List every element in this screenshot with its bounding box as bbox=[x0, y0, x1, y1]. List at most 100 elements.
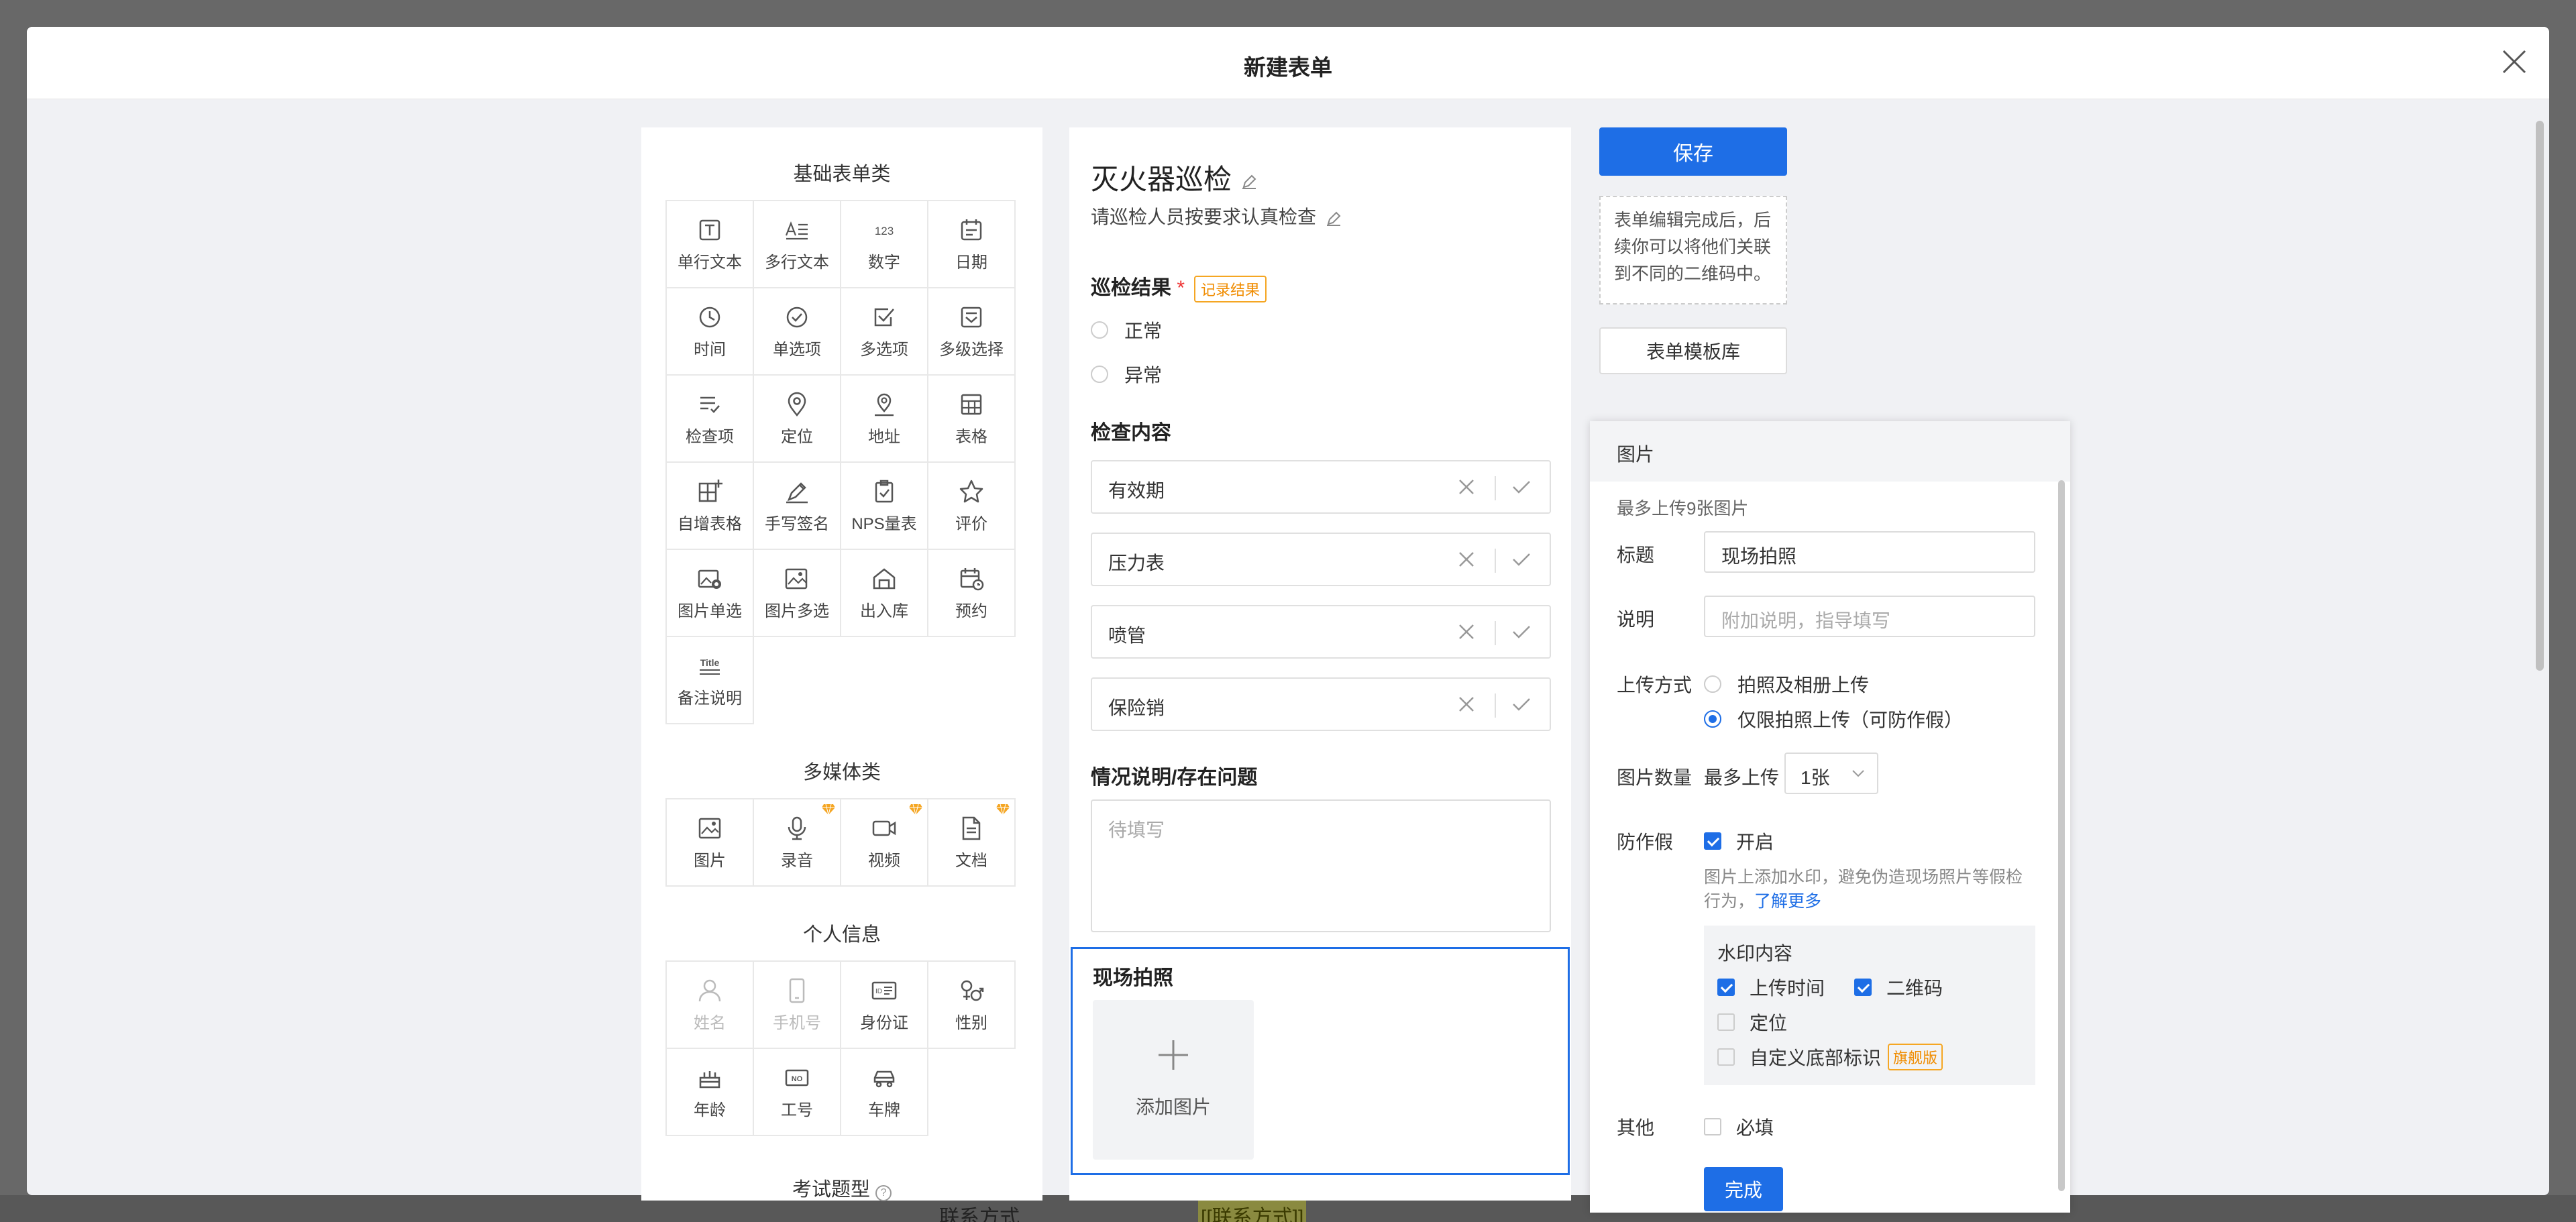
appointment-icon bbox=[960, 567, 984, 590]
wm-location[interactable]: 定位 bbox=[1717, 1009, 1787, 1036]
component-number[interactable]: 123 数字 bbox=[841, 201, 928, 288]
check-icon[interactable] bbox=[1509, 692, 1534, 716]
component-employee-no[interactable]: NO 工号 bbox=[754, 1049, 841, 1136]
edit-desc-icon[interactable] bbox=[1324, 209, 1343, 228]
add-photo-button[interactable]: 添加图片 bbox=[1093, 1000, 1254, 1160]
component-warehouse[interactable]: 出入库 bbox=[841, 550, 928, 637]
done-button[interactable]: 完成 bbox=[1704, 1167, 1783, 1211]
count-dropdown[interactable]: 1张 bbox=[1784, 753, 1878, 794]
check-item-row[interactable]: 有效期 bbox=[1091, 460, 1551, 514]
anti-fake-toggle[interactable]: 开启 bbox=[1704, 828, 1774, 854]
premium-diamond-icon bbox=[909, 803, 922, 816]
component-image-radio[interactable]: 图片单选 bbox=[667, 550, 754, 637]
result-option-normal[interactable]: 正常 bbox=[1091, 317, 1162, 343]
upload-limit-note: 最多上传9张图片 bbox=[1617, 498, 1749, 518]
background-row-label: 联系方式 bbox=[939, 1207, 1020, 1222]
component-id-card[interactable]: ID 身份证 bbox=[841, 962, 928, 1049]
save-tip: 表单编辑完成后，后续你可以将他们关联到不同的二维码中。 bbox=[1599, 196, 1787, 304]
gender-icon bbox=[961, 980, 984, 1001]
wm-custom-footer[interactable]: 自定义底部标识 旗舰版 bbox=[1717, 1044, 1943, 1070]
issue-textarea[interactable]: 待填写 bbox=[1091, 799, 1551, 932]
record-result-tag: 记录结果 bbox=[1194, 276, 1267, 303]
component-person: 姓名 bbox=[667, 962, 754, 1049]
component-pen-signature[interactable]: 手写签名 bbox=[754, 463, 841, 550]
component-cascade-select[interactable]: 多级选择 bbox=[928, 288, 1016, 376]
component-address[interactable]: 地址 bbox=[841, 376, 928, 463]
form-description[interactable]: 请巡检人员按要求认真检查 bbox=[1091, 203, 1343, 229]
help-icon[interactable]: ? bbox=[875, 1185, 892, 1201]
component-gender[interactable]: 性别 bbox=[928, 962, 1016, 1049]
component-radio-check[interactable]: 单选项 bbox=[754, 288, 841, 376]
photo-field-selected[interactable]: 现场拍照 添加图片 bbox=[1071, 947, 1570, 1175]
component-document[interactable]: 文档 bbox=[928, 799, 1016, 887]
component-microphone[interactable]: 录音 bbox=[754, 799, 841, 887]
required-toggle[interactable]: 必填 bbox=[1704, 1113, 1774, 1140]
upload-option-camera-only[interactable]: 仅限拍照上传（可防作假） bbox=[1704, 706, 1963, 732]
premium-diamond-icon bbox=[822, 803, 835, 816]
cross-icon[interactable] bbox=[1454, 692, 1479, 716]
component-appointment[interactable]: 预约 bbox=[928, 550, 1016, 637]
component-checkbox[interactable]: 多选项 bbox=[841, 288, 928, 376]
check-icon[interactable] bbox=[1509, 620, 1534, 644]
component-checklist[interactable]: 检查项 bbox=[667, 376, 754, 463]
edit-title-icon[interactable] bbox=[1240, 172, 1258, 191]
wm-qrcode[interactable]: 二维码 bbox=[1854, 974, 1943, 1001]
checkbox[interactable] bbox=[1717, 1013, 1735, 1031]
image-icon bbox=[698, 818, 721, 838]
checkbox-checked[interactable] bbox=[1704, 832, 1721, 850]
component-age-cake[interactable]: 年龄 bbox=[667, 1049, 754, 1136]
component-nps-clipboard[interactable]: NPS量表 bbox=[841, 463, 928, 550]
component-multi-line-text[interactable]: 多行文本 bbox=[754, 201, 841, 288]
checkbox-checked[interactable] bbox=[1717, 979, 1735, 996]
component-label: 视频 bbox=[868, 851, 900, 870]
component-video[interactable]: 视频 bbox=[841, 799, 928, 887]
page-scrollbar[interactable] bbox=[2536, 121, 2544, 671]
component-label: 多选项 bbox=[860, 340, 908, 359]
desc-input[interactable]: 附加说明，指导填写 bbox=[1704, 596, 2035, 637]
panel-scrollbar[interactable] bbox=[2058, 480, 2065, 1191]
wm-upload-time[interactable]: 上传时间 bbox=[1717, 974, 1825, 1001]
radio-circle[interactable] bbox=[1091, 321, 1108, 339]
component-image-multi[interactable]: 图片多选 bbox=[754, 550, 841, 637]
check-item-row[interactable]: 压力表 bbox=[1091, 533, 1551, 586]
checkbox[interactable] bbox=[1704, 1118, 1721, 1135]
component-star[interactable]: 评价 bbox=[928, 463, 1016, 550]
radio-circle-selected[interactable] bbox=[1704, 710, 1721, 728]
check-icon[interactable] bbox=[1509, 547, 1534, 571]
add-photo-label: 添加图片 bbox=[1135, 1097, 1211, 1117]
component-table[interactable]: 表格 bbox=[928, 376, 1016, 463]
checkbox[interactable] bbox=[1717, 1048, 1735, 1066]
radio-circle[interactable] bbox=[1091, 366, 1108, 383]
component-title-note[interactable]: Title 备注说明 bbox=[667, 637, 754, 724]
component-calendar[interactable]: 日期 bbox=[928, 201, 1016, 288]
title-input[interactable]: 现场拍照 bbox=[1704, 531, 2035, 573]
check-icon[interactable] bbox=[1509, 475, 1534, 499]
component-image[interactable]: 图片 bbox=[667, 799, 754, 887]
component-clock[interactable]: 时间 bbox=[667, 288, 754, 376]
cross-icon[interactable] bbox=[1454, 620, 1479, 644]
learn-more-link[interactable]: 了解更多 bbox=[1754, 892, 1821, 911]
radio-circle[interactable] bbox=[1704, 675, 1721, 693]
check-item-row[interactable]: 保险销 bbox=[1091, 677, 1551, 731]
component-location-pin[interactable]: 定位 bbox=[754, 376, 841, 463]
cross-icon[interactable] bbox=[1454, 475, 1479, 499]
checkbox-checked[interactable] bbox=[1854, 979, 1872, 996]
close-icon[interactable] bbox=[2500, 47, 2529, 76]
component-label: 备注说明 bbox=[678, 689, 742, 708]
table-icon bbox=[961, 394, 982, 414]
save-button[interactable]: 保存 bbox=[1599, 127, 1787, 176]
component-add-table[interactable]: 自增表格 bbox=[667, 463, 754, 550]
component-single-line-text[interactable]: 单行文本 bbox=[667, 201, 754, 288]
check-item-row[interactable]: 喷管 bbox=[1091, 605, 1551, 659]
component-label: 年龄 bbox=[694, 1101, 726, 1119]
cross-icon[interactable] bbox=[1454, 547, 1479, 571]
upload-option-album[interactable]: 拍照及相册上传 bbox=[1704, 671, 1869, 698]
component-car[interactable]: 车牌 bbox=[841, 1049, 928, 1136]
basic-components-grid: 单行文本 多行文本 123 数字 日期时间 单选项 多选项 多级选择检查项 定位 地址 表格自增表格… bbox=[665, 200, 1016, 724]
checklist-icon bbox=[700, 396, 720, 413]
result-option-abnormal[interactable]: 异常 bbox=[1091, 361, 1162, 388]
template-library-button[interactable]: 表单模板库 bbox=[1599, 327, 1787, 374]
component-label: 地址 bbox=[868, 427, 900, 446]
basic-category-title: 基础表单类 bbox=[793, 164, 891, 185]
form-title[interactable]: 灭火器巡检 bbox=[1091, 157, 1258, 198]
